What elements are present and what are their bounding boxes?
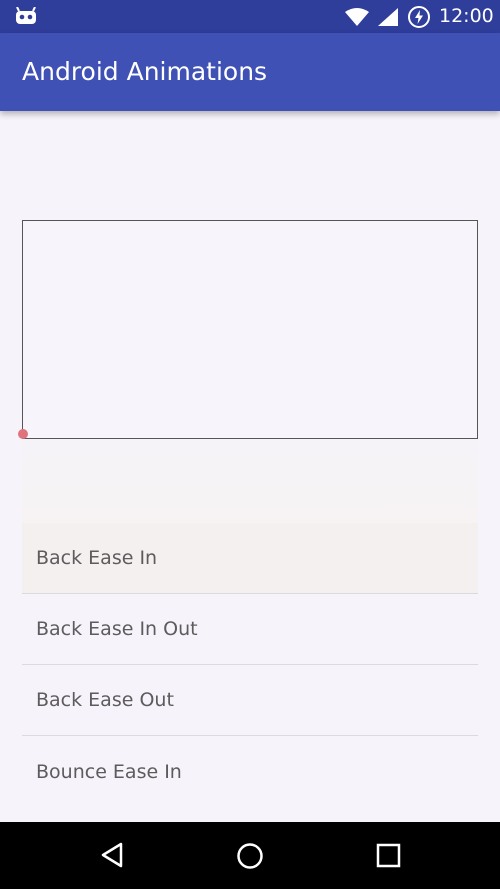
- wifi-icon: [344, 7, 370, 31]
- battery-icon: [408, 6, 430, 32]
- list-item-bounce-ease-in[interactable]: Bounce Ease In: [22, 736, 478, 807]
- home-icon[interactable]: [236, 842, 264, 874]
- back-icon[interactable]: [100, 842, 124, 872]
- signal-icon: [377, 7, 399, 31]
- list-item-back-ease-in-out[interactable]: Back Ease In Out: [22, 594, 478, 665]
- list-item-label: Back Ease In: [36, 547, 158, 569]
- list-item-back-ease-out[interactable]: Back Ease Out: [22, 665, 478, 736]
- list-item-back-ease-in[interactable]: Back Ease In: [22, 523, 478, 594]
- recents-icon[interactable]: [376, 843, 401, 872]
- status-clock: 12:00: [439, 5, 494, 27]
- app-bar: Android Animations: [0, 33, 500, 111]
- animation-list: Back Ease In Back Ease In Out Back Ease …: [22, 523, 478, 807]
- animation-canvas: [18, 220, 478, 439]
- list-item-label: Back Ease In Out: [36, 618, 198, 640]
- app-title: Android Animations: [22, 57, 268, 86]
- list-item-label: Back Ease Out: [36, 689, 174, 711]
- navigation-bar: [0, 822, 500, 889]
- list-item-label: Bounce Ease In: [36, 760, 182, 783]
- animated-dot: [18, 429, 28, 439]
- android-icon: [15, 6, 37, 29]
- status-bar: 12:00: [0, 0, 500, 33]
- list-fade-area: [22, 440, 478, 525]
